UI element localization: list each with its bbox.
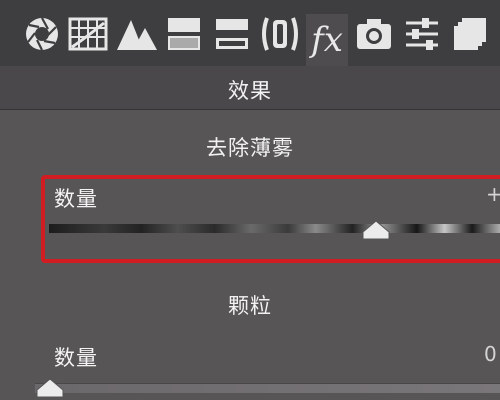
fx-icon-label: fx	[311, 20, 343, 60]
panel-toolbar: fx	[0, 0, 500, 66]
dehaze-amount-slider-thumb[interactable]	[362, 220, 390, 240]
lens-icon[interactable]	[258, 14, 302, 54]
presets-icon[interactable]	[450, 14, 490, 54]
grain-group-title: 颗粒	[228, 294, 272, 318]
camera-icon[interactable]	[354, 14, 394, 54]
aperture-icon[interactable]	[22, 14, 62, 54]
mountain-icon[interactable]	[117, 14, 157, 54]
grid-icon[interactable]	[67, 14, 109, 54]
grain-amount-label: 数量	[54, 346, 98, 370]
grain-amount-value[interactable]: 0	[484, 342, 497, 366]
effects-panel-title: 效果	[228, 79, 272, 103]
detail-icon[interactable]	[212, 14, 252, 54]
grain-amount-slider-track[interactable]	[35, 383, 500, 393]
dehaze-amount-value[interactable]: +	[486, 182, 500, 206]
sliders-icon[interactable]	[402, 14, 442, 54]
split-toning-icon[interactable]	[164, 14, 204, 54]
dehaze-amount-slider-track[interactable]	[49, 224, 500, 233]
dehaze-highlight-box	[41, 175, 500, 263]
fx-icon[interactable]: fx	[306, 14, 348, 66]
grain-amount-slider-thumb[interactable]	[36, 378, 64, 398]
effects-panel-header[interactable]: 效果	[0, 66, 500, 110]
dehaze-amount-label: 数量	[54, 187, 98, 211]
dehaze-group-title: 去除薄雾	[206, 136, 294, 160]
